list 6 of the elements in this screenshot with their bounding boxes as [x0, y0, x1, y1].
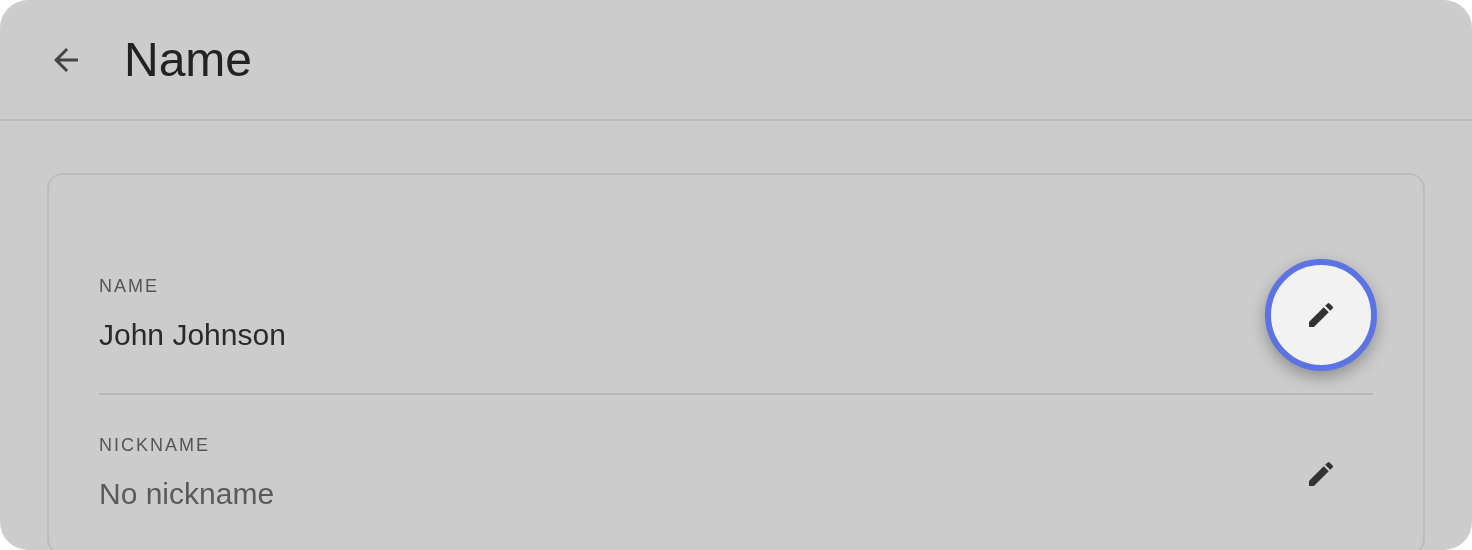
field-label: NAME [99, 275, 160, 298]
page-title: Name [124, 35, 253, 84]
field-value: John Johnson [99, 317, 286, 353]
field-label: NICKNAME [99, 434, 211, 457]
edit-button[interactable] [1265, 259, 1377, 371]
field-value: No nickname [99, 476, 275, 512]
